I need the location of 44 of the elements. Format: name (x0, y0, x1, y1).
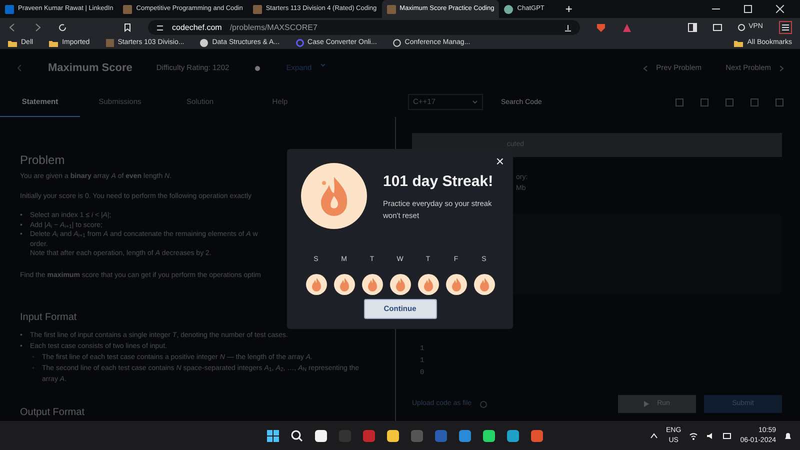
reload-icon[interactable] (58, 23, 67, 32)
flame-icon (306, 274, 326, 294)
chevron-left-icon (643, 64, 648, 72)
triangle-icon[interactable] (622, 22, 632, 32)
caret-icon (320, 62, 326, 68)
site-info-icon (156, 24, 164, 32)
section-heading: Input Format (20, 312, 77, 324)
back-icon[interactable] (8, 23, 17, 32)
wifi-icon[interactable] (689, 432, 698, 440)
close-button[interactable]: × (496, 154, 504, 168)
battery-icon[interactable] (723, 432, 732, 440)
site-logo-icon (252, 4, 262, 14)
menu-icon[interactable] (779, 21, 792, 34)
bookmark-icon[interactable] (123, 23, 132, 32)
flame-icon (446, 274, 466, 294)
flame-icon (362, 274, 382, 294)
flame-icon (301, 163, 367, 229)
forward-icon[interactable] (33, 23, 42, 32)
play-icon (644, 401, 650, 407)
flame-icon (390, 274, 410, 294)
chevron-up-icon[interactable] (650, 433, 658, 439)
flame-icon (418, 274, 438, 294)
section-heading: Output Format (20, 406, 84, 418)
help-icon (480, 400, 487, 408)
site-logo-icon (386, 4, 396, 14)
new-tab-button[interactable]: + (565, 0, 572, 18)
site-logo-icon (106, 39, 114, 47)
close-icon[interactable] (776, 5, 784, 13)
chevron-right-icon (779, 64, 784, 72)
streak-title: 101 day Streak! (383, 172, 494, 192)
bell-icon[interactable] (784, 432, 792, 440)
globe-icon (392, 39, 401, 47)
address-bar[interactable]: codechef.com /problems/MAXSCORE7 (148, 20, 580, 35)
sidebar-icon[interactable] (688, 23, 697, 32)
globe-icon (738, 24, 745, 31)
windows-icon[interactable] (265, 428, 281, 444)
section-heading: Problem (20, 153, 65, 167)
flame-icon (334, 274, 354, 294)
maximize-icon[interactable] (744, 5, 752, 13)
site-logo-icon (123, 4, 132, 14)
problem-title: Maximum Score (48, 60, 132, 76)
caret-icon (472, 99, 478, 105)
search-icon[interactable] (289, 428, 305, 444)
flame-icon (474, 274, 494, 294)
